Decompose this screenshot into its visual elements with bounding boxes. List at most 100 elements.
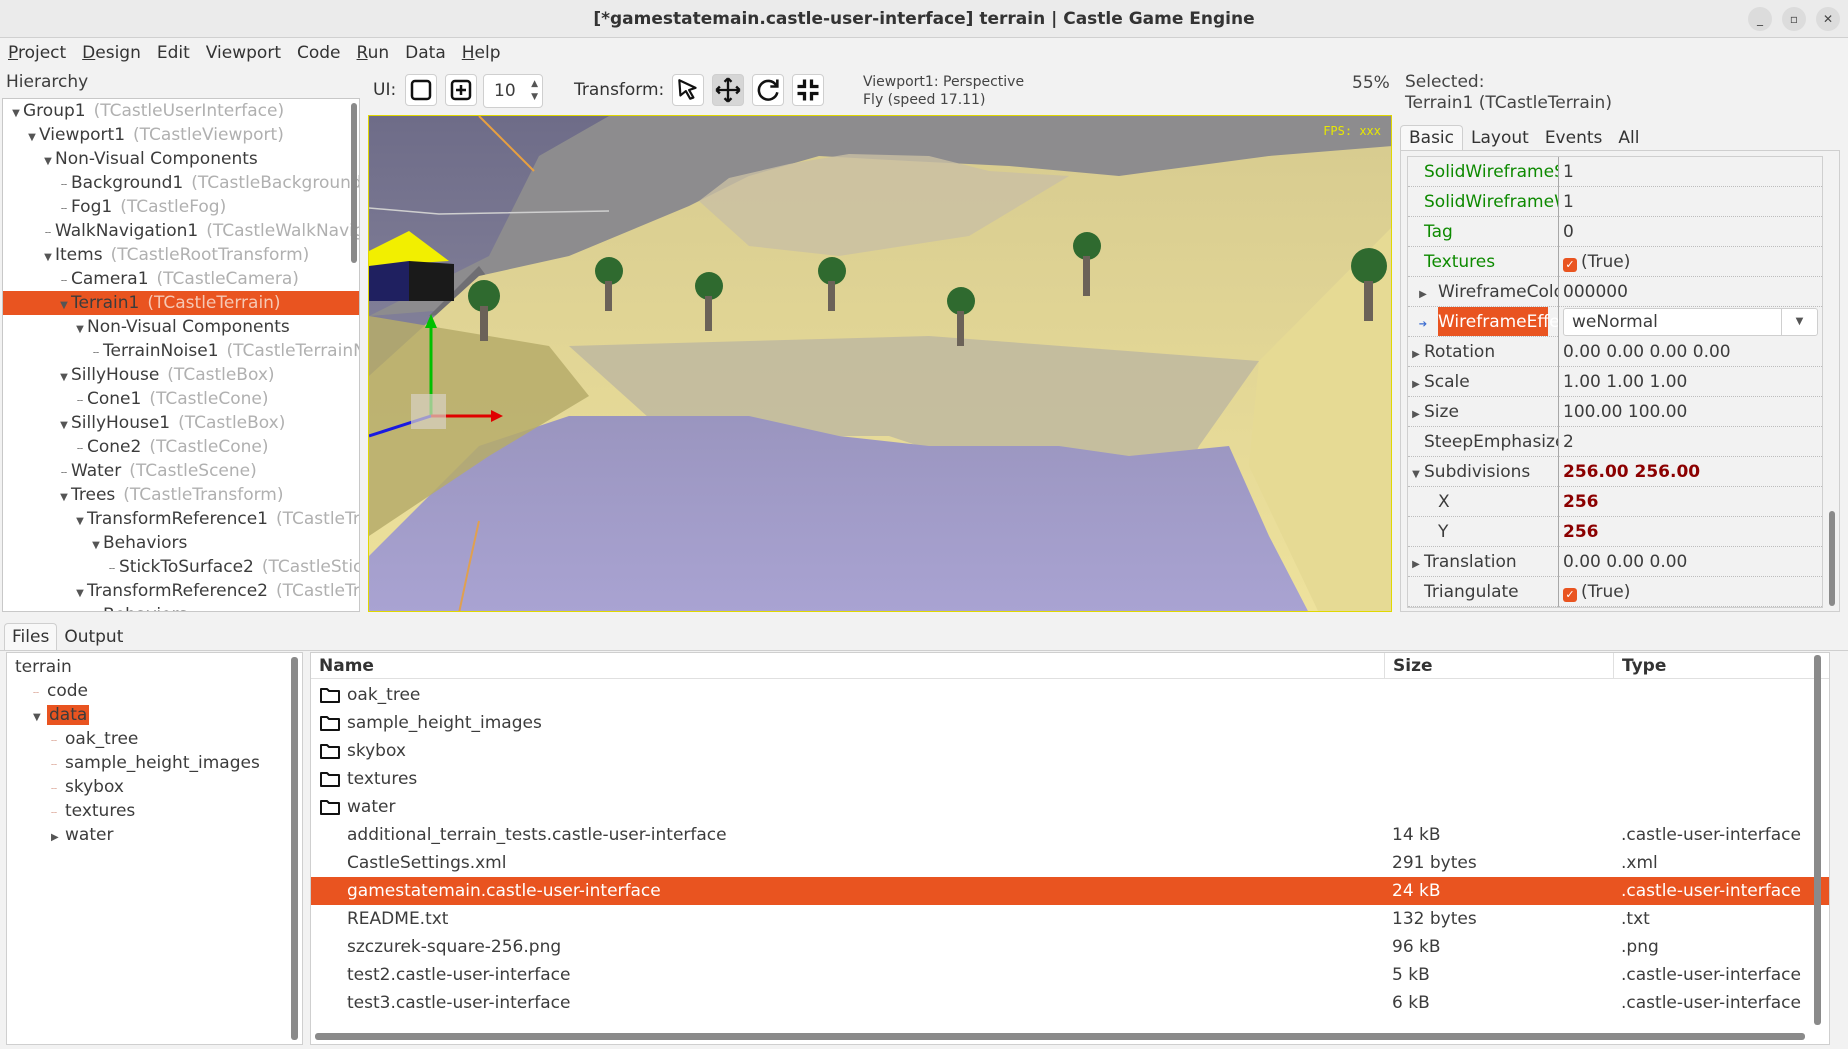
hierarchy-item[interactable]: ┄ Fog1 (TCastleFog) [3,195,359,219]
hierarchy-item[interactable]: ▼Behaviors [3,603,359,611]
tab-files[interactable]: Files [4,623,58,650]
property-row[interactable]: ▶ Rotation 0.00 0.00 0.00 0.00 [1408,337,1822,367]
spin-down-icon[interactable]: ▼ [531,91,538,104]
folder-tree-item[interactable]: terrain [7,655,302,679]
expand-arrow-icon[interactable]: ▶ [1408,550,1424,576]
tab-all[interactable]: All [1610,126,1647,150]
folder-tree-item[interactable]: ┄ textures [7,799,302,823]
hierarchy-item[interactable]: ▼TransformReference2(TCastleTransformRef… [3,579,359,603]
hierarchy-scrollbar[interactable] [351,103,357,263]
property-value[interactable]: 1.00 1.00 1.00 [1558,367,1822,397]
3d-viewport[interactable]: FPS: xxx [368,115,1392,612]
menu-data[interactable]: Data [405,43,446,63]
dropdown-arrow-icon[interactable]: ▼ [1781,309,1817,335]
file-row[interactable]: test2.castle-user-interface 5 kB .castle-u… [311,961,1829,989]
menu-help[interactable]: Help [462,43,501,63]
file-row[interactable]: oak_tree [311,681,1829,709]
property-value[interactable]: 0 [1558,217,1822,247]
property-value[interactable]: 000000 [1558,277,1822,307]
property-row[interactable]: ▶ Size 100.00 100.00 [1408,397,1822,427]
file-list-hscrollbar[interactable] [315,1033,1805,1040]
hierarchy-item[interactable]: ┄ Cone2 (TCastleCone) [3,435,359,459]
expand-arrow-icon[interactable]: ▶ [1408,280,1438,306]
file-row[interactable]: water [311,793,1829,821]
property-value[interactable]: 0.00 0.00 0.00 0.00 [1558,337,1822,367]
column-header-type[interactable]: Type [1613,653,1829,678]
file-row[interactable]: test3.castle-user-interface 6 kB .castle-u… [311,989,1829,1017]
menu-project[interactable]: Project [8,43,66,63]
property-row[interactable]: SteepEmphasize 2 [1408,427,1822,457]
hierarchy-item[interactable]: ▼ SillyHouse (TCastleBox) [3,363,359,387]
hierarchy-item[interactable]: ┄StickToSurface2(TCastleStickToSurface) [3,555,359,579]
menu-viewport[interactable]: Viewport [206,43,281,63]
menu-code[interactable]: Code [297,43,341,63]
hierarchy-item[interactable]: ┄ Water (TCastleScene) [3,459,359,483]
file-row[interactable]: textures [311,765,1829,793]
file-row[interactable]: sample_height_images [311,709,1829,737]
property-row[interactable]: ▶ Scale 1.00 1.00 1.00 [1408,367,1822,397]
spin-up-icon[interactable]: ▲ [531,78,538,91]
rotate-tool-button[interactable] [752,74,784,106]
maximize-button[interactable]: ▫ [1782,7,1806,31]
file-list-vscrollbar[interactable] [1814,655,1821,1025]
property-value[interactable]: 1 [1558,157,1822,187]
file-row[interactable]: gamestatemain.castle-user-interface 24 kB… [311,877,1829,905]
file-list[interactable]: Name Size Type oak_tree sample_height_ima… [310,652,1830,1045]
property-row[interactable]: X 256 [1408,487,1822,517]
checkbox-checked-icon[interactable]: ✓ [1563,258,1577,272]
file-row[interactable]: CastleSettings.xml 291 bytes .xml [311,849,1829,877]
property-value[interactable]: ✓ (True) [1558,577,1822,607]
file-row[interactable]: README.txt 132 bytes .txt [311,905,1829,933]
property-value[interactable]: 0.00 0.00 0.00 [1558,547,1822,577]
column-header-size[interactable]: Size [1384,653,1613,678]
column-header-name[interactable]: Name [311,653,1384,678]
scale-tool-button[interactable] [792,74,824,106]
hierarchy-tree[interactable]: ▼ Group1 (TCastleUserInterface) ▼ Viewport1(… [2,98,360,612]
ui-rectangle-button[interactable] [405,74,437,106]
folder-tree-item[interactable]: ▼ data [7,703,302,727]
property-row[interactable]: SolidWireframeWidth1 [1408,187,1822,217]
file-row[interactable]: szczurek-square-256.png 96 kB .png [311,933,1829,961]
property-row[interactable]: Textures ✓ (True) [1408,247,1822,277]
collapsed-arrow-icon[interactable]: ▶ [51,826,65,850]
file-row[interactable]: additional_terrain_tests.castle-user-int… [311,821,1829,849]
minimize-button[interactable]: _ [1748,7,1772,31]
hierarchy-item[interactable]: ▼Behaviors [3,531,359,555]
property-value[interactable]: 2 [1558,427,1822,457]
wireframe-effect-combo[interactable]: weNormal ▼ [1563,308,1818,336]
property-value[interactable]: 100.00 100.00 [1558,397,1822,427]
property-row[interactable]: Y 256 [1408,517,1822,547]
property-value[interactable]: 256 [1558,517,1822,547]
tab-events[interactable]: Events [1537,126,1611,150]
hierarchy-item[interactable]: ▼ Viewport1 (TCastleViewport) [3,123,359,147]
hierarchy-item[interactable]: ▼ Group1 (TCastleUserInterface) [3,99,359,123]
hierarchy-item[interactable]: ┄ Cone1 (TCastleCone) [3,387,359,411]
checkbox-checked-icon[interactable]: ✓ [1563,588,1577,602]
menu-run[interactable]: Run [357,43,390,63]
property-value[interactable]: 256.00 256.00 [1558,457,1822,487]
snap-spinbox[interactable]: 10 ▲ ▼ [483,74,543,108]
hierarchy-item[interactable]: ┄TerrainNoise1(TCastleTerrainNoise) [3,339,359,363]
property-row[interactable]: ▶ WireframeColor 000000 [1408,277,1822,307]
folder-tree-item[interactable]: ▶ water [7,823,302,847]
files-tree[interactable]: terrain ┄ code ▼ data ┄ oak_tree ┄ sample_height… [6,652,303,1045]
property-row[interactable]: SolidWireframeScale1 [1408,157,1822,187]
property-value[interactable]: ✓ (True) [1558,247,1822,277]
expand-arrow-icon[interactable]: ▼ [89,606,103,611]
menu-design[interactable]: Design [82,43,141,63]
tab-basic[interactable]: Basic [1400,125,1464,150]
hierarchy-item[interactable]: ▼ Items (TCastleRootTransform) [3,243,359,267]
spin-arrows[interactable]: ▲ ▼ [531,78,538,104]
collapse-arrow-icon[interactable]: ▼ [1408,460,1424,486]
ui-add-button[interactable] [445,74,477,106]
hierarchy-item[interactable]: ▼ Non-Visual Components [3,147,359,171]
property-value[interactable]: 256 [1558,487,1822,517]
folder-tree-item[interactable]: ┄ skybox [7,775,302,799]
property-row[interactable]: ▼ Subdivisions 256.00 256.00 [1408,457,1822,487]
move-tool-button[interactable] [712,74,744,106]
menu-edit[interactable]: Edit [157,43,190,63]
tab-layout[interactable]: Layout [1463,126,1537,150]
hierarchy-item[interactable]: ▼ Non-Visual Components [3,315,359,339]
hierarchy-item[interactable]: ▼TransformReference1(TCastleTransformRef… [3,507,359,531]
hierarchy-item[interactable]: ┄ Background1 (TCastleBackground) [3,171,359,195]
